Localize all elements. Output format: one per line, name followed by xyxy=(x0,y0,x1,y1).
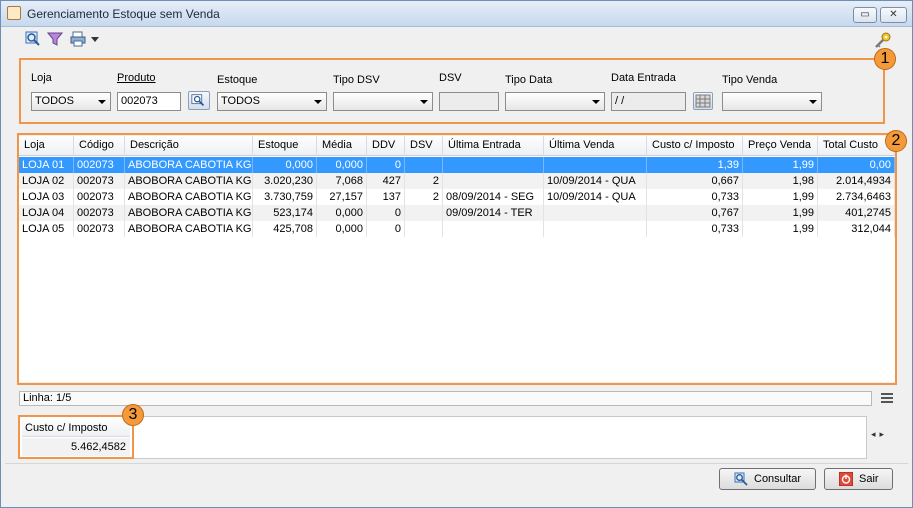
loja-select[interactable]: TODOS xyxy=(31,92,111,111)
sair-button[interactable]: Sair xyxy=(824,468,893,490)
chevron-down-icon[interactable] xyxy=(91,37,99,42)
tipo-data-label: Tipo Data xyxy=(505,74,553,86)
loja-label: Loja xyxy=(31,72,52,84)
totals-section xyxy=(18,415,134,459)
title-bar: Gerenciamento Estoque sem Venda ▭ ✕ xyxy=(1,1,912,27)
dsv-label: DSV xyxy=(439,72,462,84)
section-badge-1: 1 xyxy=(874,48,896,70)
table-section xyxy=(17,133,897,385)
sair-button-label: Sair xyxy=(859,473,879,485)
tipo-dsv-select[interactable] xyxy=(333,92,433,111)
estoque-select[interactable]: TODOS xyxy=(217,92,327,111)
tipo-dsv-label: Tipo DSV xyxy=(333,74,380,86)
search-icon xyxy=(734,472,748,486)
key-icon[interactable] xyxy=(874,31,892,49)
filter-section xyxy=(19,58,885,124)
window-title: Gerenciamento Estoque sem Venda xyxy=(27,7,220,21)
estoque-label: Estoque xyxy=(217,74,258,86)
consultar-button[interactable]: Consultar xyxy=(719,468,816,490)
tipo-venda-label: Tipo Venda xyxy=(722,74,778,86)
close-button[interactable]: ✕ xyxy=(880,7,907,23)
produto-input[interactable]: 002073 xyxy=(117,92,181,111)
section-badge-3: 3 xyxy=(122,404,144,426)
exit-icon xyxy=(839,472,853,486)
loja-select-value: TODOS xyxy=(35,95,74,107)
print-icon[interactable] xyxy=(70,31,86,47)
menu-icon[interactable] xyxy=(881,393,893,403)
calendar-icon xyxy=(695,94,711,108)
calendar-button[interactable] xyxy=(693,92,713,110)
data-entrada-label: Data Entrada xyxy=(611,72,676,84)
java-app-icon xyxy=(7,6,21,20)
consultar-button-label: Consultar xyxy=(754,473,802,485)
section-badge-2: 2 xyxy=(885,130,907,152)
status-bar: Linha: 1/5 xyxy=(19,391,872,406)
produto-label: Produto xyxy=(117,72,156,84)
tipo-data-select[interactable] xyxy=(505,92,605,111)
totals-panel: Custo c/ Imposto 5.462,4582 xyxy=(19,416,867,459)
search-icon xyxy=(191,94,205,107)
search-icon[interactable] xyxy=(25,31,41,47)
data-entrada-input[interactable]: / / xyxy=(611,92,686,111)
dsv-input[interactable] xyxy=(439,92,499,111)
produto-search-button[interactable] xyxy=(188,91,210,110)
filter-icon[interactable] xyxy=(47,31,63,47)
divider xyxy=(5,463,908,464)
estoque-select-value: TODOS xyxy=(221,95,260,107)
maximize-button[interactable]: ▭ xyxy=(853,7,877,23)
totals-scroll-arrows[interactable]: ◂▸ xyxy=(871,429,888,440)
tipo-venda-select[interactable] xyxy=(722,92,822,111)
main-window: Gerenciamento Estoque sem Venda ▭ ✕ 1 Lo… xyxy=(0,0,913,508)
